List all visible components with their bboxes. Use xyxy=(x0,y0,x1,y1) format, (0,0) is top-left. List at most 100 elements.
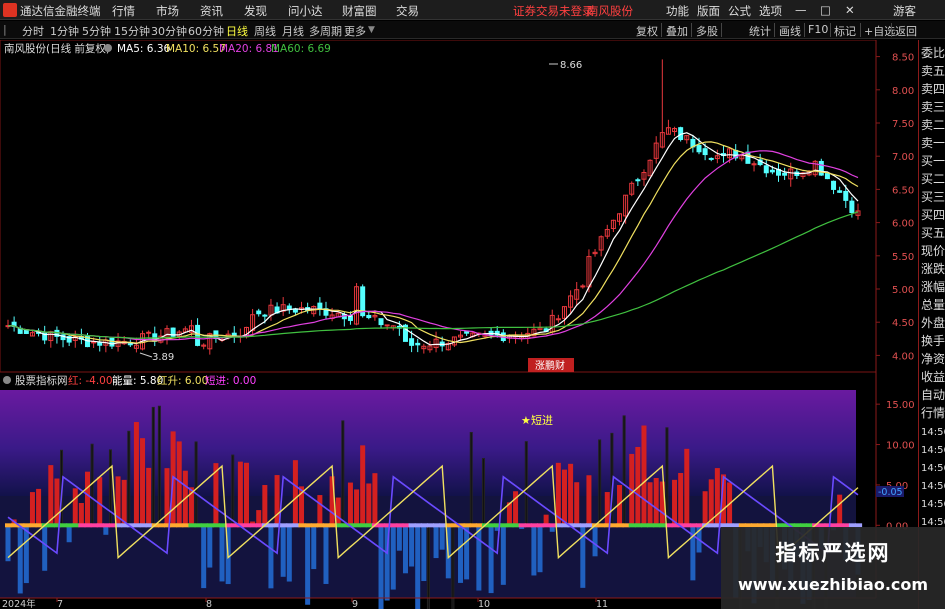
sidebar-buy4[interactable]: 买四 xyxy=(921,208,945,222)
btn-back[interactable]: 返回 xyxy=(895,23,917,39)
sidebar-net-assets[interactable]: 净资 xyxy=(921,352,945,366)
period-daily[interactable]: 日线 xyxy=(226,23,248,39)
zero-band-segment xyxy=(84,523,92,528)
sidebar-sell5[interactable]: 卖五 xyxy=(921,64,945,78)
price-tick-label: 8.50 xyxy=(892,53,914,64)
candle-body xyxy=(195,324,201,346)
candle-body xyxy=(378,318,384,326)
indicator-tick-label: 10.00 xyxy=(886,441,915,452)
indicator-bar xyxy=(537,525,543,573)
sidebar-outer[interactable]: 外盘 xyxy=(921,316,945,330)
sidebar-buy2[interactable]: 买二 xyxy=(921,172,945,186)
high-price-label: 8.66 xyxy=(560,60,582,71)
menu-hangqing[interactable]: 行情 xyxy=(112,3,135,19)
period-more[interactable]: 更多 xyxy=(344,23,366,39)
more-dropdown-icon[interactable]: ▼ xyxy=(368,25,375,35)
btn-diejia[interactable]: 叠加 xyxy=(666,23,688,39)
indicator-red-label: 红: -4.00 xyxy=(68,374,113,387)
zero-band-segment xyxy=(598,523,606,528)
indicator-bar xyxy=(500,525,506,585)
price-y-axis: 8.50 8.00 7.50 7.00 6.50 6.00 5.50 5.00 4.50 4.00 xyxy=(876,53,914,362)
zero-band-segment xyxy=(543,523,551,528)
candle-body xyxy=(818,160,824,176)
indicator-bar xyxy=(207,525,213,568)
period-60min[interactable]: 60分钟 xyxy=(188,23,224,39)
candle-body xyxy=(23,329,29,334)
zero-band-segment xyxy=(316,523,324,528)
sidebar-change-pct[interactable]: 涨幅 xyxy=(921,280,945,294)
period-5min[interactable]: 5分钟 xyxy=(82,23,111,39)
indicator-bar xyxy=(678,472,684,526)
indicator-bar xyxy=(311,525,317,570)
btn-duogu[interactable]: 多股 xyxy=(696,23,718,39)
sidebar-price[interactable]: 现价 xyxy=(921,244,945,258)
sidebar-sell4[interactable]: 卖四 xyxy=(921,82,945,96)
menu-xuanxiang[interactable]: 选项 xyxy=(759,3,782,19)
menu-caifuquan[interactable]: 财富圈 xyxy=(342,3,377,19)
candle-body xyxy=(366,314,372,319)
indicator-settings-icon[interactable] xyxy=(3,376,11,384)
sidebar-turnover[interactable]: 换手 xyxy=(921,334,945,348)
sidebar-buy1[interactable]: 买一 xyxy=(921,154,945,168)
menu-faxian[interactable]: 发现 xyxy=(244,3,267,19)
btn-huaxian[interactable]: 画线 xyxy=(779,23,801,39)
btn-f10[interactable]: F10 xyxy=(808,23,828,36)
zero-band-segment xyxy=(298,523,306,528)
sidebar-buy5[interactable]: 买五 xyxy=(921,226,945,240)
app-title: 通达信金融终端 xyxy=(20,4,101,18)
indicator-bar xyxy=(672,479,678,526)
menu-banmian[interactable]: 版面 xyxy=(697,3,720,19)
indicator-bar xyxy=(78,503,84,526)
period-multi[interactable]: 多周期 xyxy=(309,23,342,39)
sidebar-buy3[interactable]: 买三 xyxy=(921,190,945,204)
sidebar-sell2[interactable]: 卖二 xyxy=(921,118,945,132)
sidebar-change[interactable]: 涨跌 xyxy=(921,262,945,276)
candle-body xyxy=(146,331,152,334)
period-fenshi[interactable]: 分时 xyxy=(22,23,44,39)
zero-band-segment xyxy=(66,523,74,528)
sidebar-volume[interactable]: 总量 xyxy=(921,298,945,312)
zero-band-segment xyxy=(420,523,428,528)
indicator-y-axis: 15.0010.005.000.00 xyxy=(876,400,915,532)
zero-band-segment xyxy=(90,523,98,528)
menu-wenxiaoda[interactable]: 问小达 xyxy=(288,3,323,19)
btn-biaoji[interactable]: 标记 xyxy=(834,23,856,39)
period-1min[interactable]: 1分钟 xyxy=(50,23,79,39)
kline-chart[interactable]: 8.50 8.00 7.50 7.00 6.50 6.00 5.50 5.00 4.50 4.00… xyxy=(0,40,918,609)
candle-body xyxy=(409,338,415,346)
user-label[interactable]: 游客 xyxy=(893,3,916,19)
period-weekly[interactable]: 周线 xyxy=(254,23,276,39)
candle-body xyxy=(708,157,714,160)
menu-zixun[interactable]: 资讯 xyxy=(200,3,223,19)
minimize-icon[interactable]: — xyxy=(795,3,807,17)
sidebar-earnings[interactable]: 收益 xyxy=(921,370,945,384)
sidebar-sell3[interactable]: 卖三 xyxy=(921,100,945,114)
zero-band-segment xyxy=(310,523,318,528)
price-tick-label: 7.50 xyxy=(892,119,914,130)
period-monthly[interactable]: 月线 xyxy=(282,23,304,39)
sidebar-auto[interactable]: 自动 xyxy=(921,388,945,402)
btn-fuquan[interactable]: 复权 xyxy=(636,23,658,39)
zero-band-segment xyxy=(304,523,312,528)
period-15min[interactable]: 15分钟 xyxy=(114,23,150,39)
period-30min[interactable]: 30分钟 xyxy=(151,23,187,39)
ma5-label: MA5: 6.36 xyxy=(117,43,170,55)
zero-band-segment xyxy=(683,523,691,528)
menu-jiaoyi[interactable]: 交易 xyxy=(396,3,419,19)
maximize-icon[interactable]: □ xyxy=(820,3,831,17)
zero-band-segment xyxy=(628,523,636,528)
close-icon[interactable]: ✕ xyxy=(845,3,855,17)
btn-tongji[interactable]: 统计 xyxy=(749,23,771,39)
settings-circle-icon[interactable] xyxy=(104,44,112,52)
candle-body xyxy=(231,332,237,336)
sidebar-weibi[interactable]: 委比 xyxy=(921,46,945,60)
indicator-bar xyxy=(256,510,262,526)
menu-shichang[interactable]: 市场 xyxy=(156,3,179,19)
login-status[interactable]: 证券交易未登录 xyxy=(513,3,594,19)
sidebar-quote[interactable]: 行情 xyxy=(921,406,945,420)
price-tick-label: 5.00 xyxy=(892,285,914,296)
menu-gongshi[interactable]: 公式 xyxy=(728,3,751,19)
indicator-bar xyxy=(421,525,427,582)
sidebar-sell1[interactable]: 卖一 xyxy=(921,136,945,150)
menu-gongneng[interactable]: 功能 xyxy=(666,3,689,19)
